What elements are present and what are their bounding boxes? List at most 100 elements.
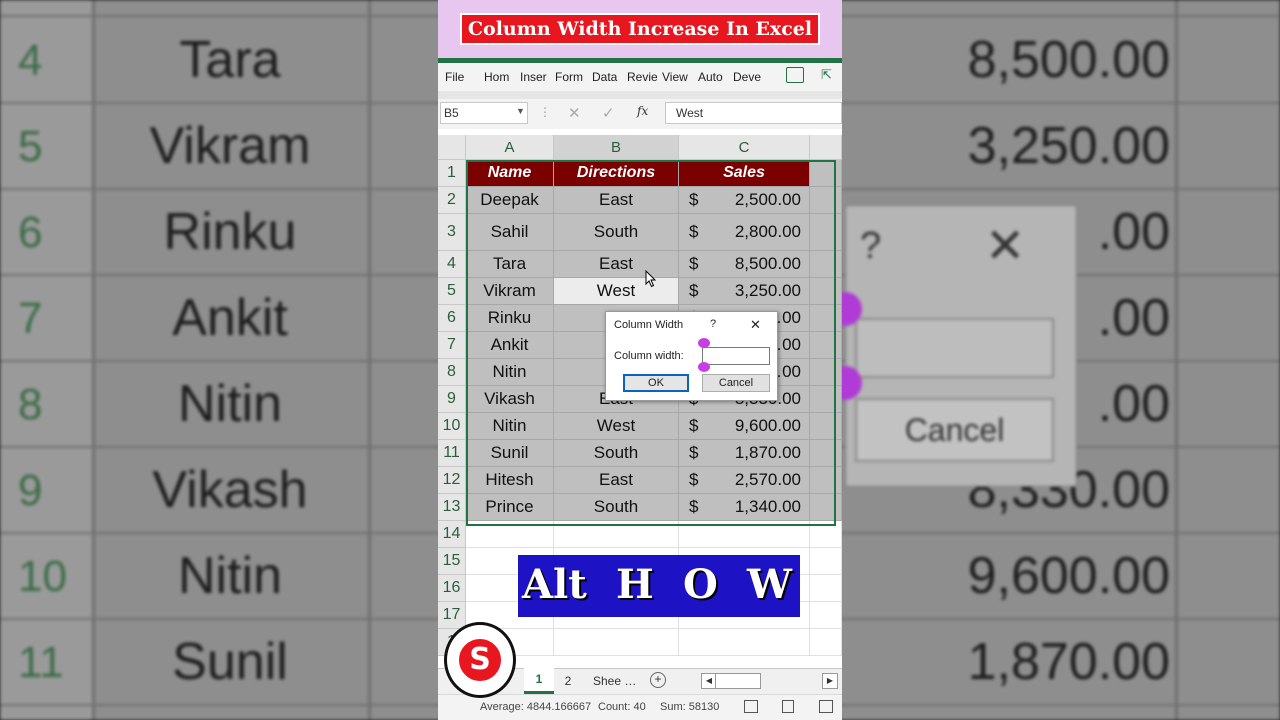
table-cell-name[interactable]: Rinku	[466, 305, 554, 332]
table-cell[interactable]	[810, 278, 842, 305]
sheet-tab-2[interactable]: 2	[560, 674, 576, 688]
table-cell-sales[interactable]: $2,800.00	[679, 214, 810, 251]
tab-view[interactable]: View	[662, 70, 692, 84]
empty-cell[interactable]	[810, 548, 842, 575]
table-cell[interactable]	[810, 359, 842, 386]
table-cell[interactable]	[810, 467, 842, 494]
table-cell-name[interactable]: Ankit	[466, 332, 554, 359]
table-cell-direction[interactable]: South	[554, 494, 679, 521]
table-cell-sales[interactable]: $3,250.00	[679, 278, 810, 305]
row-header[interactable]: 13	[438, 494, 466, 521]
row-header[interactable]: 15	[438, 548, 466, 575]
table-cell[interactable]	[810, 251, 842, 278]
row-header[interactable]: 3	[438, 214, 466, 251]
name-box[interactable]: B5	[440, 102, 528, 124]
table-cell-direction[interactable]: South	[554, 440, 679, 467]
column-header-b[interactable]: B	[554, 135, 679, 160]
table-cell[interactable]	[810, 187, 842, 214]
empty-cell[interactable]	[554, 521, 679, 548]
table-cell-direction[interactable]: East	[554, 187, 679, 214]
tab-data[interactable]: Data	[592, 70, 621, 84]
page-break-icon[interactable]	[819, 700, 833, 713]
chevron-down-icon[interactable]: ▼	[516, 106, 525, 116]
table-cell-direction[interactable]: South	[554, 214, 679, 251]
table-cell[interactable]	[810, 332, 842, 359]
column-header-c[interactable]: C	[679, 135, 810, 160]
close-icon[interactable]: ✕	[750, 317, 761, 333]
cancel-entry-icon[interactable]: ✕	[568, 104, 581, 122]
table-cell-name[interactable]: Hitesh	[466, 467, 554, 494]
share-icon[interactable]: ⇱	[821, 67, 832, 83]
row-header[interactable]: 16	[438, 575, 466, 602]
table-cell-name[interactable]: Prince	[466, 494, 554, 521]
table-cell-sales[interactable]: $8,500.00	[679, 251, 810, 278]
table-cell-sales[interactable]: $2,570.00	[679, 467, 810, 494]
table-cell[interactable]	[810, 160, 842, 187]
row-header[interactable]: 9	[438, 386, 466, 413]
horizontal-scrollbar[interactable]	[715, 673, 761, 689]
row-header[interactable]: 17	[438, 602, 466, 629]
table-cell-name[interactable]: Nitin	[466, 413, 554, 440]
table-cell[interactable]	[810, 386, 842, 413]
header-cell-name[interactable]: Name	[466, 160, 554, 187]
table-cell-sales[interactable]: $2,500.00	[679, 187, 810, 214]
ok-button[interactable]: OK	[623, 374, 689, 392]
table-cell-name[interactable]: Nitin	[466, 359, 554, 386]
empty-cell[interactable]	[810, 602, 842, 629]
table-cell-sales[interactable]: $1,870.00	[679, 440, 810, 467]
sheet-tab-3[interactable]: Shee …	[593, 674, 636, 688]
sheet-tab-1[interactable]: 1	[524, 668, 554, 694]
empty-cell[interactable]	[679, 521, 810, 548]
header-cell-sales[interactable]: Sales	[679, 160, 810, 187]
row-header[interactable]: 1	[438, 160, 466, 187]
table-cell-name[interactable]: Sunil	[466, 440, 554, 467]
tab-insert[interactable]: Inser	[520, 70, 550, 84]
table-cell[interactable]	[810, 214, 842, 251]
column-header-d[interactable]	[810, 135, 842, 160]
row-header[interactable]: 14	[438, 521, 466, 548]
table-cell-direction[interactable]: West	[554, 413, 679, 440]
empty-cell[interactable]	[554, 629, 679, 656]
table-cell[interactable]	[810, 494, 842, 521]
normal-view-icon[interactable]	[744, 700, 758, 713]
table-cell-direction[interactable]: East	[554, 251, 679, 278]
comments-icon[interactable]	[786, 67, 804, 83]
table-cell-direction[interactable]: East	[554, 467, 679, 494]
active-cell[interactable]: West	[554, 278, 679, 305]
empty-cell[interactable]	[810, 521, 842, 548]
table-cell-name[interactable]: Tara	[466, 251, 554, 278]
header-cell-directions[interactable]: Directions	[554, 160, 679, 187]
tab-review[interactable]: Revie	[627, 70, 657, 84]
tab-file[interactable]: File	[445, 70, 475, 84]
select-all-corner[interactable]	[438, 135, 466, 160]
row-header[interactable]: 11	[438, 440, 466, 467]
tab-formulas[interactable]: Form	[555, 70, 586, 84]
scroll-right-icon[interactable]: ▶	[822, 673, 838, 689]
row-header[interactable]: 6	[438, 305, 466, 332]
table-cell-name[interactable]: Sahil	[466, 214, 554, 251]
row-header[interactable]: 5	[438, 278, 466, 305]
table-cell-name[interactable]: Vikram	[466, 278, 554, 305]
empty-cell[interactable]	[679, 629, 810, 656]
row-header[interactable]: 7	[438, 332, 466, 359]
confirm-entry-icon[interactable]: ✓	[602, 104, 615, 122]
empty-cell[interactable]	[810, 575, 842, 602]
formula-input[interactable]: West	[665, 102, 842, 124]
help-icon[interactable]: ?	[710, 318, 716, 330]
add-sheet-icon[interactable]: +	[650, 672, 666, 688]
table-cell-sales[interactable]: $9,600.00	[679, 413, 810, 440]
table-cell[interactable]	[810, 413, 842, 440]
column-width-input[interactable]	[702, 347, 770, 365]
row-header[interactable]: 8	[438, 359, 466, 386]
table-cell-name[interactable]: Deepak	[466, 187, 554, 214]
function-icon[interactable]: fx	[637, 104, 648, 118]
table-cell[interactable]	[810, 440, 842, 467]
tab-automate[interactable]: Auto	[698, 70, 728, 84]
page-layout-icon[interactable]	[782, 700, 794, 713]
tab-home[interactable]: Hom	[484, 70, 514, 84]
row-header[interactable]: 4	[438, 251, 466, 278]
table-cell-name[interactable]: Vikash	[466, 386, 554, 413]
row-header[interactable]: 10	[438, 413, 466, 440]
row-header[interactable]: 2	[438, 187, 466, 214]
cancel-button[interactable]: Cancel	[702, 374, 770, 392]
